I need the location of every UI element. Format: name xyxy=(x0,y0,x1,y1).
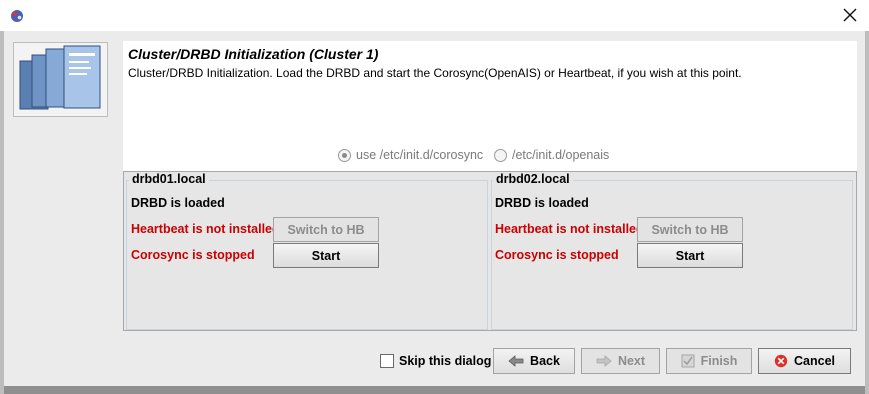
skip-dialog-checkbox[interactable]: Skip this dialog xyxy=(380,354,491,368)
close-icon[interactable] xyxy=(841,6,859,24)
drbd-status: DRBD is loaded xyxy=(495,196,589,210)
radio-openais-label: /etc/init.d/openais xyxy=(512,148,610,162)
back-label: Back xyxy=(530,354,560,368)
next-arrow-icon xyxy=(596,355,612,367)
next-label: Next xyxy=(617,354,646,368)
start-button[interactable]: Start xyxy=(273,243,379,268)
radio-corosync-label: use /etc/init.d/corosync xyxy=(356,148,484,162)
frame-border-bottom xyxy=(4,386,865,394)
product-logo xyxy=(13,42,108,117)
page-title: Cluster/DRBD Initialization (Cluster 1) xyxy=(128,46,379,62)
checkbox[interactable] xyxy=(380,354,394,368)
next-button[interactable]: Next xyxy=(581,348,660,374)
radio-button[interactable] xyxy=(494,148,507,162)
heartbeat-status: Heartbeat is not installed xyxy=(131,222,280,236)
switch-to-hb-button[interactable]: Switch to HB xyxy=(637,217,743,242)
switch-to-hb-button[interactable]: Switch to HB xyxy=(273,217,379,242)
frame-border-left xyxy=(0,31,4,394)
radio-corosync[interactable]: use /etc/init.d/corosync xyxy=(338,148,483,162)
finish-label: Finish xyxy=(700,354,738,368)
radio-button-selected[interactable] xyxy=(338,148,351,162)
back-arrow-icon xyxy=(508,355,524,367)
host-title: drbd01.local xyxy=(129,172,209,186)
drbd-status: DRBD is loaded xyxy=(131,196,225,210)
finish-button[interactable]: Finish xyxy=(666,348,752,374)
page-description: Cluster/DRBD Initialization. Load the DR… xyxy=(128,66,742,80)
corosync-status: Corosync is stopped xyxy=(131,248,255,262)
cancel-label: Cancel xyxy=(794,354,835,368)
start-button[interactable]: Start xyxy=(637,243,743,268)
cancel-icon xyxy=(774,354,788,368)
radio-openais[interactable]: /etc/init.d/openais xyxy=(494,148,609,162)
finish-icon xyxy=(681,354,695,368)
skip-dialog-label: Skip this dialog xyxy=(399,354,492,368)
window-titlebar xyxy=(0,0,869,31)
host-title: drbd02.local xyxy=(493,172,573,186)
corosync-status: Corosync is stopped xyxy=(495,248,619,262)
heartbeat-status: Heartbeat is not installed xyxy=(495,222,644,236)
cancel-button[interactable]: Cancel xyxy=(758,348,851,374)
app-icon xyxy=(10,9,24,23)
back-button[interactable]: Back xyxy=(493,348,575,374)
frame-border-right xyxy=(865,31,869,394)
